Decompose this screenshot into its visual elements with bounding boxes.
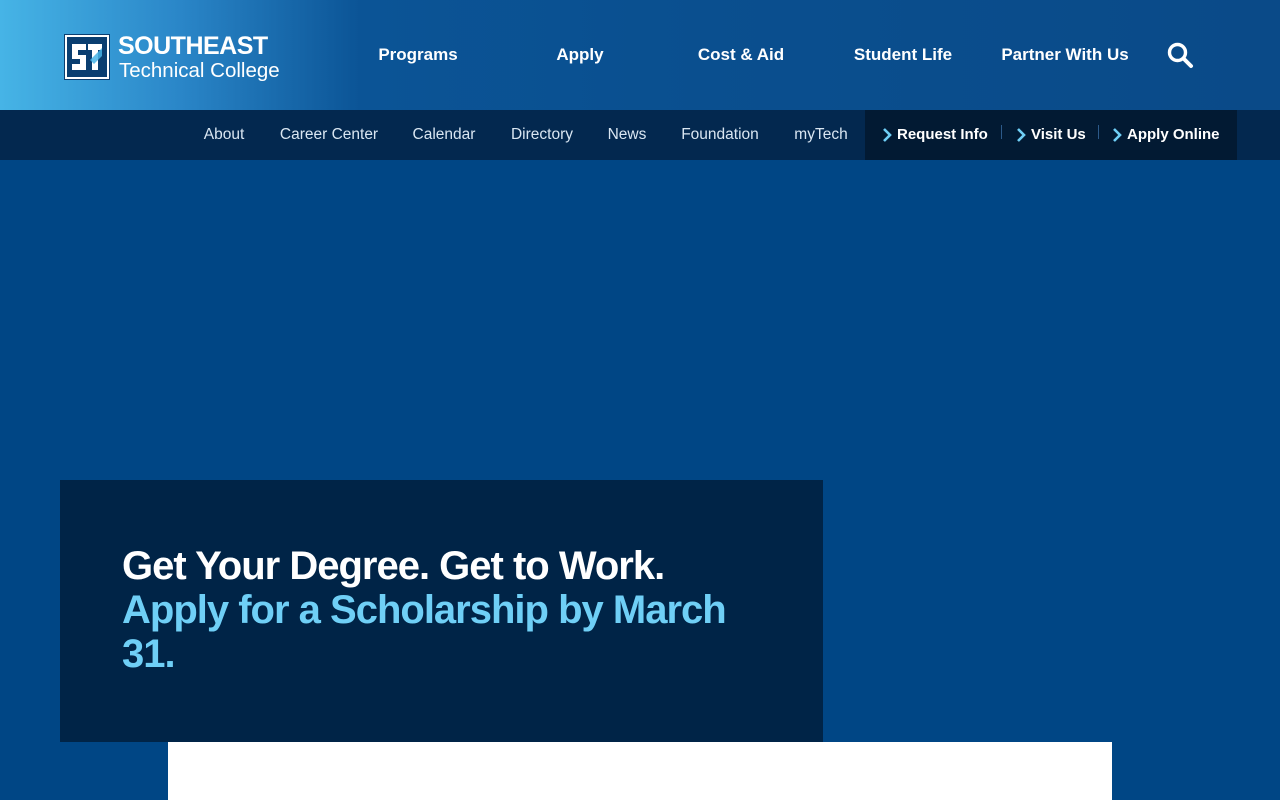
nav-programs[interactable]: Programs xyxy=(378,44,457,66)
chevron-right-icon xyxy=(1017,128,1026,142)
main-navigation: Programs Apply Cost & Aid Student Life P… xyxy=(340,0,1155,110)
cta-group: Request Info Visit Us Apply Online xyxy=(865,110,1237,160)
util-mytech[interactable]: myTech xyxy=(794,124,847,146)
site-header: SOUTHEAST Technical College Programs App… xyxy=(0,0,1280,110)
nav-partner-with-us[interactable]: Partner With Us xyxy=(1001,44,1128,66)
hero-card: Get Your Degree. Get to Work. Apply for … xyxy=(60,480,823,742)
college-logo-icon xyxy=(64,34,110,80)
content-panel xyxy=(168,742,1112,800)
chevron-right-icon xyxy=(883,128,892,142)
search-icon xyxy=(1167,42,1193,68)
cta-divider xyxy=(1001,125,1002,139)
logo-text-line2: Technical College xyxy=(119,59,280,82)
utility-bar: About Career Center Calendar Directory N… xyxy=(0,110,1280,160)
search-button[interactable] xyxy=(1166,41,1194,69)
util-directory[interactable]: Directory xyxy=(511,124,573,146)
util-career-center[interactable]: Career Center xyxy=(280,124,378,146)
hero-section: Get Your Degree. Get to Work. Apply for … xyxy=(0,160,1280,800)
nav-cost-aid[interactable]: Cost & Aid xyxy=(698,44,784,66)
apply-online-button[interactable]: Apply Online xyxy=(1111,124,1220,146)
visit-us-button[interactable]: Visit Us xyxy=(1015,124,1086,146)
nav-student-life[interactable]: Student Life xyxy=(854,44,952,66)
util-news[interactable]: News xyxy=(608,124,647,146)
apply-online-label: Apply Online xyxy=(1127,126,1220,143)
request-info-button[interactable]: Request Info xyxy=(881,124,988,146)
util-about[interactable]: About xyxy=(204,124,245,146)
chevron-right-icon xyxy=(1113,128,1122,142)
util-foundation[interactable]: Foundation xyxy=(681,124,759,146)
request-info-label: Request Info xyxy=(897,126,988,143)
nav-apply[interactable]: Apply xyxy=(556,44,603,66)
hero-headline: Get Your Degree. Get to Work. xyxy=(122,544,665,588)
logo-text-line1: SOUTHEAST xyxy=(118,32,268,60)
visit-us-label: Visit Us xyxy=(1031,126,1086,143)
hero-subheadline: Apply for a Scholarship by March 31. xyxy=(122,588,727,676)
site-logo[interactable]: SOUTHEAST Technical College xyxy=(64,32,304,84)
util-calendar[interactable]: Calendar xyxy=(413,124,476,146)
cta-divider xyxy=(1098,125,1099,139)
